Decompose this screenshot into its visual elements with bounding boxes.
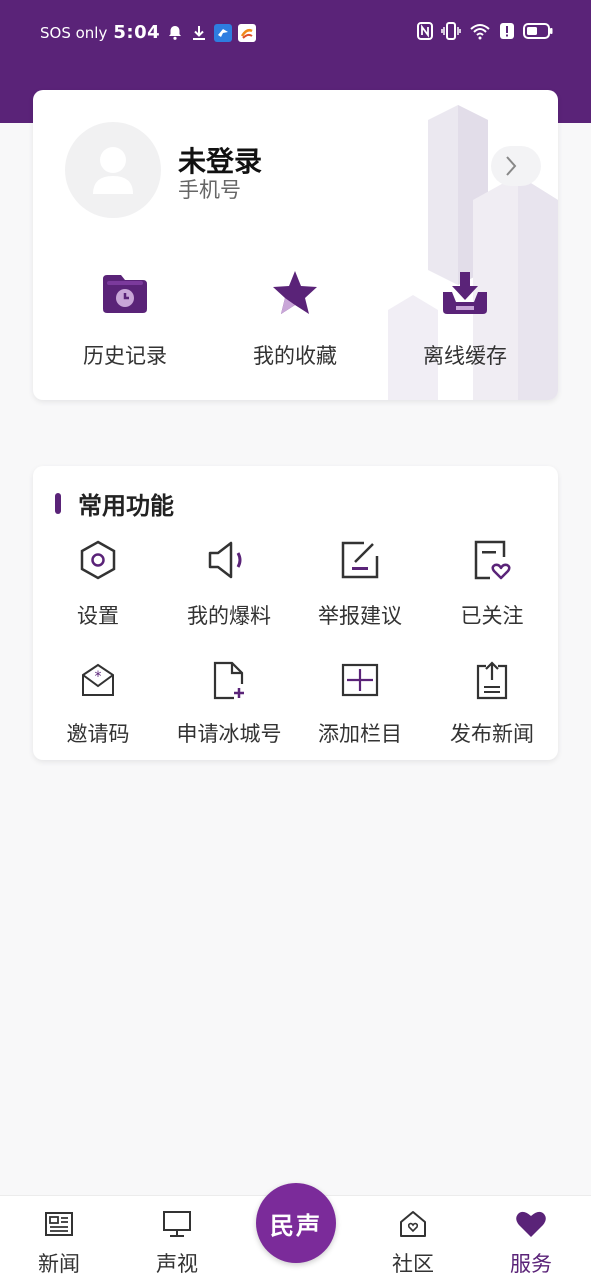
edit-report-icon [290,536,430,584]
newspaper-icon [14,1206,104,1242]
func-add-column-label: 添加栏目 [318,722,402,746]
svg-text:*: * [95,669,102,685]
func-add-column[interactable]: 添加栏目 [290,656,430,748]
func-invite-code[interactable]: * 邀请码 [33,656,168,748]
nfc-icon [417,22,433,44]
func-invite-code-label: 邀请码 [66,722,130,746]
func-publish-news-label: 发布新闻 [450,722,534,746]
status-bar: SOS only 5:04 [0,0,591,66]
bell-icon [166,24,184,42]
nav-community-label: 社区 [392,1252,434,1276]
carrier-text: SOS only [40,23,108,42]
chevron-right-icon [506,156,517,176]
center-button-label: 民声 [270,1210,322,1240]
app-orange-icon [238,23,257,42]
apply-document-icon [159,656,299,704]
nav-services[interactable]: 服务 [486,1206,576,1278]
quick-offline-cache[interactable]: 离线缓存 [385,268,545,370]
profile-card[interactable]: 未登录 手机号 历史记录 我的收藏 离线缓存 [33,90,558,400]
community-home-icon [368,1206,458,1242]
download-tray-icon [385,268,545,318]
app-bird-icon [214,23,233,42]
publish-upload-icon [422,656,558,704]
section-marker [55,493,61,514]
func-settings[interactable]: 设置 [33,536,168,630]
func-followed-label: 已关注 [460,604,524,628]
nav-audio-video-label: 声视 [156,1252,198,1276]
nav-community[interactable]: 社区 [368,1206,458,1278]
phone-label: 手机号 [178,178,241,202]
nav-news[interactable]: 新闻 [14,1206,104,1278]
status-time: 5:04 [113,22,161,43]
followed-heart-icon [422,536,558,584]
heart-icon [486,1206,576,1242]
func-followed[interactable]: 已关注 [422,536,558,630]
download-icon [190,24,208,42]
wifi-icon [469,22,491,44]
history-folder-icon [45,268,205,318]
nav-audio-video[interactable]: 声视 [132,1206,222,1278]
add-column-icon [290,656,430,704]
invite-envelope-icon: * [33,656,168,704]
func-report[interactable]: 举报建议 [290,536,430,630]
func-apply-account-label: 申请冰城号 [176,722,282,746]
section-title: 常用功能 [78,492,174,520]
quick-favorites-label: 我的收藏 [253,344,337,368]
func-settings-label: 设置 [77,604,119,628]
quick-favorites[interactable]: 我的收藏 [215,268,375,370]
func-publish-news[interactable]: 发布新闻 [422,656,558,748]
avatar[interactable] [65,122,161,218]
func-apply-account[interactable]: 申请冰城号 [159,656,299,748]
func-my-tips-label: 我的爆料 [187,604,271,628]
quick-history[interactable]: 历史记录 [45,268,205,370]
profile-arrow-button[interactable] [491,146,541,186]
monitor-icon [132,1206,222,1242]
nav-news-label: 新闻 [38,1252,80,1276]
quick-offline-cache-label: 离线缓存 [423,344,507,368]
center-minsheng-button[interactable]: 民声 [256,1183,336,1263]
func-my-tips[interactable]: 我的爆料 [159,536,299,630]
quick-history-label: 历史记录 [83,344,167,368]
settings-hexagon-icon [33,536,168,584]
speaker-icon [159,536,299,584]
vibrate-icon [441,22,461,44]
nav-services-label: 服务 [510,1252,552,1276]
common-functions-card: 常用功能 设置 我的爆料 举报建议 已关注 * 邀请码 申请冰城号 添加栏目 发… [33,466,558,760]
star-icon [215,268,375,318]
func-report-label: 举报建议 [318,604,402,628]
battery-icon [523,22,553,44]
alert-icon [499,22,515,44]
